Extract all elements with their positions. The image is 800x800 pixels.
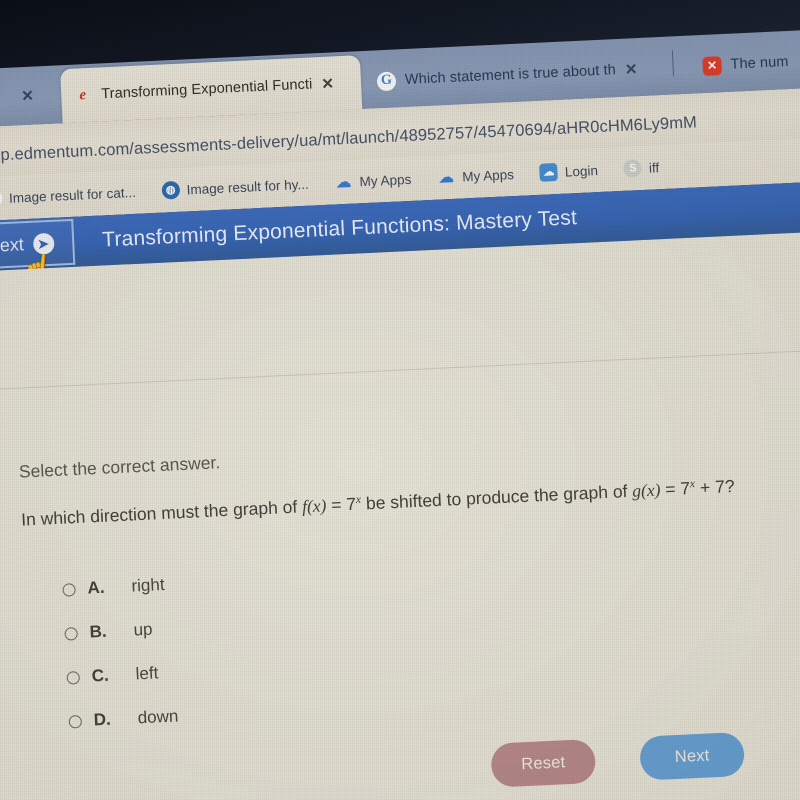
function-f-of-x: f(x) — [301, 495, 327, 517]
choice-d[interactable]: D. down — [68, 694, 180, 743]
tab-title: Which statement is true about th — [404, 62, 617, 89]
tab-separator — [671, 50, 675, 77]
choice-a[interactable]: A. right — [62, 563, 174, 612]
choice-letter: B. — [89, 621, 108, 642]
login-icon: ☁ — [539, 162, 559, 182]
choice-letter: C. — [91, 665, 110, 686]
bookmark-image-result-for-hy[interactable]: ◍ Image result for hy... — [161, 175, 309, 200]
bookmark-label: Image result for hy... — [186, 176, 309, 197]
bookmark-iff[interactable]: S iff — [623, 158, 659, 178]
bookmark-label: Image result for cat... — [8, 184, 137, 206]
tab-the-number[interactable]: ✕ The num — [689, 34, 800, 93]
question-tail: + 7? — [694, 475, 736, 498]
radio-button-a[interactable] — [62, 582, 76, 597]
bookmark-login[interactable]: ☁ Login — [539, 161, 598, 182]
content-divider — [0, 347, 800, 391]
reset-button[interactable]: Reset — [490, 738, 597, 788]
bookmark-label: iff — [648, 159, 660, 176]
choice-text: right — [131, 574, 165, 596]
choice-text: left — [135, 663, 159, 684]
question-eq-1: = 7 — [325, 493, 357, 516]
close-icon[interactable]: ✕ — [624, 60, 637, 79]
choice-c[interactable]: C. left — [66, 651, 178, 700]
choice-b[interactable]: B. up — [64, 607, 176, 656]
choice-letter: D. — [93, 709, 112, 730]
tab-title: Transforming Exponential Functi — [100, 76, 313, 103]
google-g-icon: G — [0, 189, 3, 208]
next-button[interactable]: Next — [639, 731, 746, 781]
bookmark-label: My Apps — [461, 166, 515, 184]
question-part-2: be shifted to produce the graph of — [360, 480, 633, 514]
bookmark-my-apps-2[interactable]: ☁ My Apps — [437, 165, 515, 187]
answer-choices: A. right B. up C. left D. down — [62, 563, 180, 744]
cloud-icon: ☁ — [335, 173, 352, 191]
radio-button-c[interactable] — [66, 670, 81, 685]
header-next-button[interactable]: Next ➤ — [0, 218, 76, 270]
globe-icon: ◍ — [161, 180, 181, 200]
choice-letter: A. — [87, 577, 105, 598]
close-icon[interactable]: ✕ — [321, 74, 334, 93]
action-buttons: Reset Next — [490, 731, 746, 788]
header-next-label: Next — [0, 233, 25, 256]
instruction-text: Select the correct answer. — [18, 452, 221, 482]
cloud-icon: ☁ — [438, 168, 455, 187]
assessment-body: Select the correct answer. In which dire… — [0, 229, 800, 800]
choice-text: up — [133, 619, 153, 640]
function-g-of-x: g(x) — [631, 479, 661, 501]
brainly-x-icon: ✕ — [702, 55, 723, 76]
bookmark-my-apps-1[interactable]: ☁ My Apps — [334, 170, 412, 192]
choice-text: down — [137, 706, 179, 728]
question-part-1: In which direction must the graph of — [20, 496, 303, 530]
google-g-icon: G — [376, 70, 397, 91]
question-eq-2: = 7 — [659, 478, 691, 500]
arrow-right-circle-icon: ➤ — [32, 232, 55, 255]
bookmark-image-result-for-cat[interactable]: G Image result for cat... — [0, 183, 136, 208]
skype-icon: S — [623, 158, 643, 178]
bookmark-label: My Apps — [359, 171, 412, 189]
bookmark-label: Login — [564, 162, 599, 180]
radio-button-b[interactable] — [64, 626, 78, 641]
photographed-screen: ✕ e Transforming Exponential Functi ✕ G … — [0, 0, 800, 800]
edmentum-e-icon: e — [72, 85, 93, 106]
tab-close-icon-left[interactable]: ✕ — [21, 87, 34, 106]
question-text: In which direction must the graph of f(x… — [21, 476, 735, 531]
radio-button-d[interactable] — [68, 714, 83, 729]
tab-title: The num — [730, 53, 789, 73]
browser-window: ✕ e Transforming Exponential Functi ✕ G … — [0, 27, 800, 800]
